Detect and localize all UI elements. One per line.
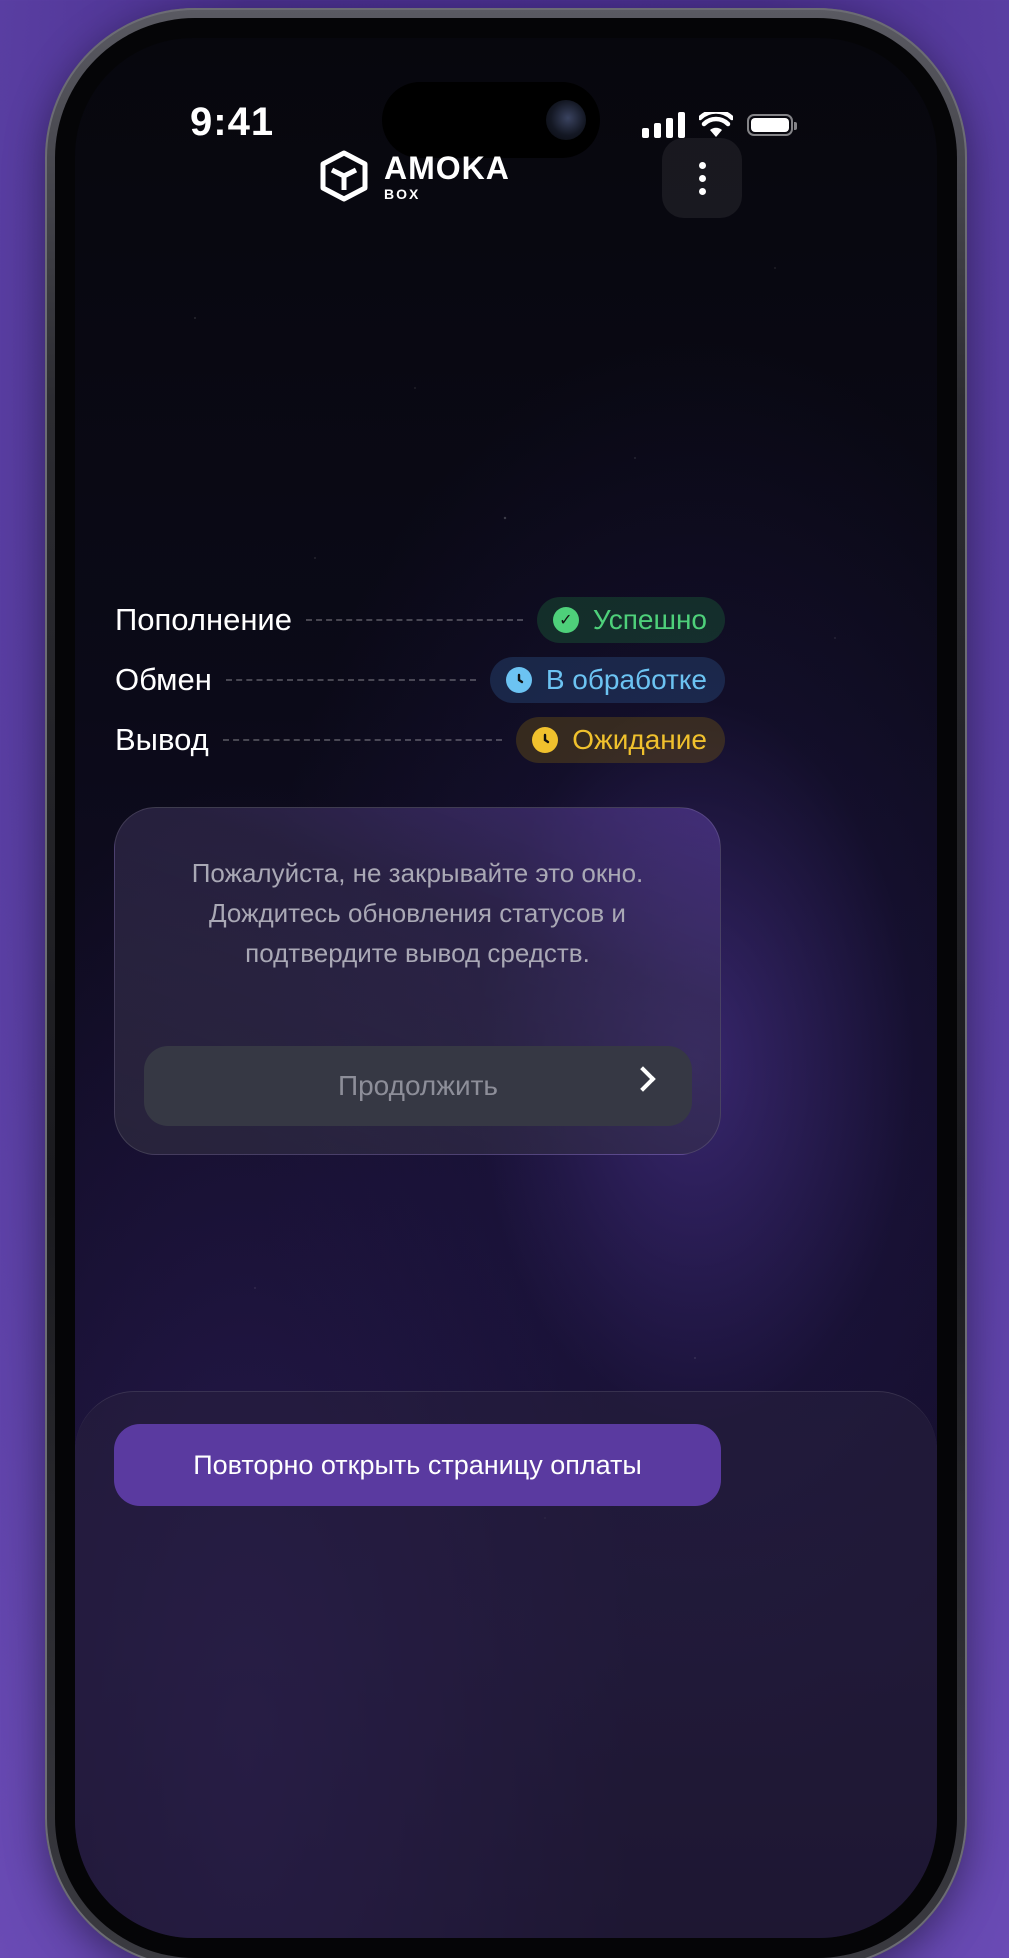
- status-badge-waiting: Ожидание: [516, 717, 725, 763]
- signal-icon: [642, 112, 685, 138]
- app-logo: AMOKA BOX: [318, 150, 510, 202]
- wifi-icon: [699, 112, 733, 137]
- status-time: 9:41: [190, 100, 275, 144]
- more-menu-button[interactable]: [662, 138, 742, 218]
- transaction-steps: Пополнение ✓ Успешно Обмен В обработке В…: [115, 596, 725, 776]
- dashed-divider: [225, 679, 476, 681]
- info-card: Пожалуйста, не закрывайте это окно. Дожд…: [114, 807, 721, 1155]
- clock-icon: [505, 667, 532, 693]
- step-label: Обмен: [115, 662, 212, 697]
- logo-subtitle: BOX: [384, 185, 421, 202]
- status-badge-processing: В обработке: [489, 657, 725, 703]
- battery-icon: [747, 114, 797, 136]
- clock-icon: [532, 727, 559, 753]
- status-icons: [642, 112, 797, 138]
- status-badge-label: Ожидание: [572, 724, 707, 755]
- step-row-withdraw: Вывод Ожидание: [115, 716, 725, 764]
- step-label: Пополнение: [115, 602, 292, 637]
- logo-title: AMOKA: [384, 149, 510, 186]
- reopen-payment-page-button[interactable]: Повторно открыть страницу оплаты: [114, 1424, 721, 1506]
- cube-logo-icon: [320, 150, 368, 202]
- status-badge-label: Успешно: [592, 604, 707, 635]
- dashed-divider: [306, 619, 523, 621]
- chevron-right-icon: [630, 1066, 656, 1092]
- dynamic-island: [382, 82, 600, 158]
- step-label: Вывод: [115, 722, 209, 757]
- step-row-exchange: Обмен В обработке: [115, 656, 725, 704]
- dashed-divider: [222, 739, 503, 741]
- step-row-deposit: Пополнение ✓ Успешно: [115, 596, 725, 644]
- status-badge-label: В обработке: [545, 664, 707, 695]
- camera-icon: [546, 100, 586, 140]
- more-vertical-icon: [698, 161, 706, 195]
- info-message: Пожалуйста, не закрывайте это окно. Дожд…: [191, 858, 644, 968]
- continue-button[interactable]: Продолжить: [144, 1046, 692, 1126]
- status-badge-success: ✓ Успешно: [536, 597, 725, 643]
- continue-button-label: Продолжить: [337, 1070, 499, 1101]
- check-circle-icon: ✓: [552, 607, 579, 633]
